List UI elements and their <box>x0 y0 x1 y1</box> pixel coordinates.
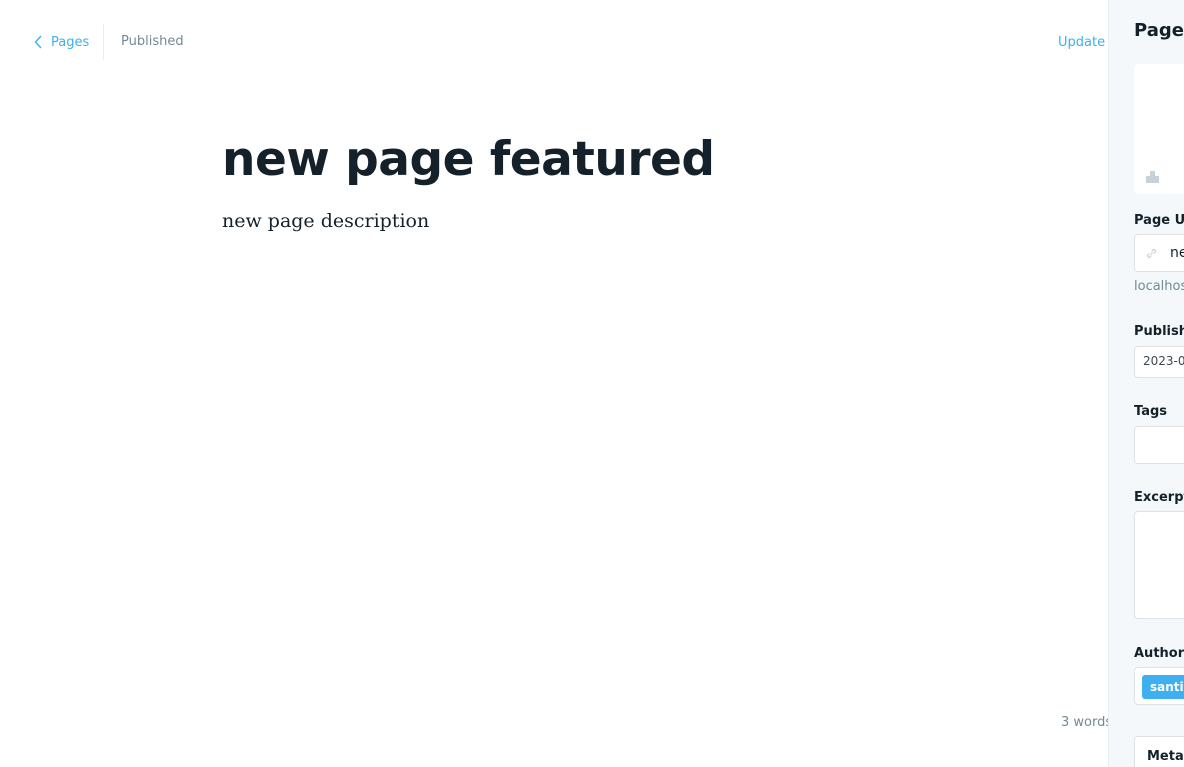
authors-input[interactable]: santia <box>1134 667 1184 705</box>
tags-label: Tags <box>1134 404 1168 419</box>
chevron-left-icon <box>34 35 42 49</box>
update-button-label: Update <box>1058 35 1106 50</box>
excerpt-textarea[interactable] <box>1134 511 1184 619</box>
publish-date-label: Publish d <box>1134 324 1184 339</box>
page-url-input[interactable]: ne <box>1134 234 1184 272</box>
back-link-label: Pages <box>51 34 90 50</box>
author-token[interactable]: santia <box>1142 675 1184 699</box>
authors-label: Authors <box>1134 646 1184 661</box>
meta-data-card[interactable]: Meta d <box>1134 736 1184 767</box>
page-url-value: ne <box>1170 245 1184 261</box>
page-body-editor[interactable]: new page description <box>222 208 429 234</box>
tags-input[interactable] <box>1134 426 1184 464</box>
page-title-editor[interactable]: new page featured <box>222 130 715 190</box>
link-icon <box>1146 248 1157 259</box>
publish-status: Published <box>121 34 184 49</box>
settings-panel-title: Page s <box>1134 20 1184 41</box>
page-url-label: Page UR <box>1134 213 1184 228</box>
excerpt-label: Excerpt <box>1134 490 1184 505</box>
page-url-hint: localhost <box>1134 279 1184 294</box>
feature-image-upload[interactable] <box>1134 64 1184 194</box>
publish-date-value: 2023-0 <box>1143 354 1184 368</box>
header-divider <box>103 24 104 60</box>
image-placeholder-icon <box>1146 171 1159 183</box>
meta-data-label: Meta d <box>1147 749 1184 764</box>
back-to-pages-link[interactable]: Pages <box>34 33 89 51</box>
publish-date-input[interactable]: 2023-0 <box>1134 346 1184 378</box>
page-settings-panel: Page s Page UR ne localhost Publish d 20… <box>1108 0 1184 767</box>
word-count: 3 words <box>1061 715 1113 730</box>
